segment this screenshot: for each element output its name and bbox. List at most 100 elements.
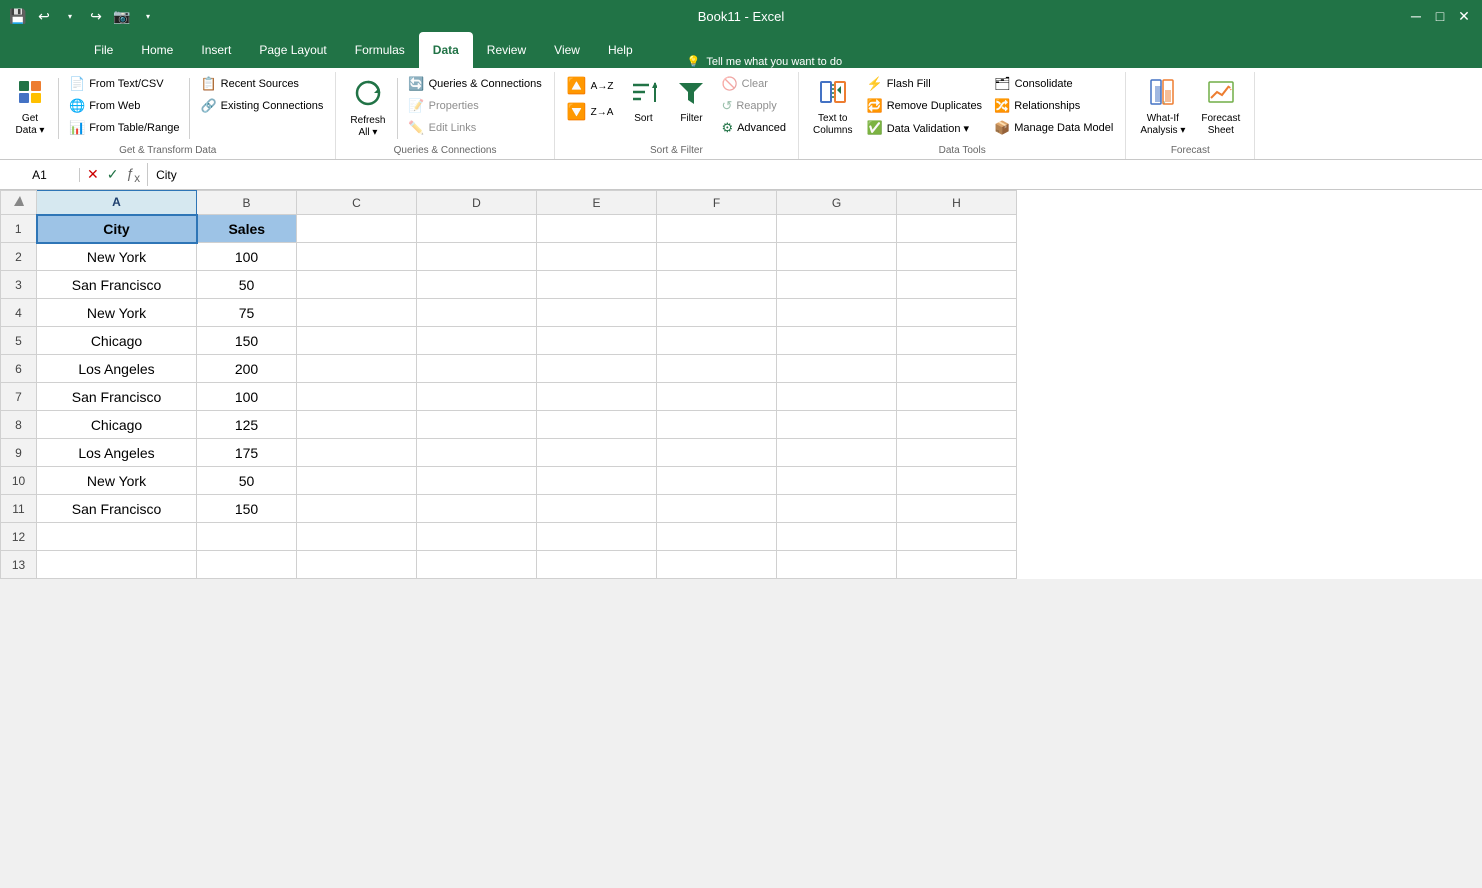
cell-G11[interactable] — [777, 495, 897, 523]
cell-A6[interactable]: Los Angeles — [37, 355, 197, 383]
cell-B11[interactable]: 150 — [197, 495, 297, 523]
cell-E7[interactable] — [537, 383, 657, 411]
cell-H4[interactable] — [897, 299, 1017, 327]
cell-F6[interactable] — [657, 355, 777, 383]
cell-D6[interactable] — [417, 355, 537, 383]
cell-G1[interactable] — [777, 215, 897, 243]
cell-A8[interactable]: Chicago — [37, 411, 197, 439]
cell-E1[interactable] — [537, 215, 657, 243]
cell-F9[interactable] — [657, 439, 777, 467]
get-data-button[interactable]: GetData ▾ — [8, 74, 52, 141]
cell-H9[interactable] — [897, 439, 1017, 467]
cell-H13[interactable] — [897, 551, 1017, 579]
cell-B2[interactable]: 100 — [197, 243, 297, 271]
col-header-e[interactable]: E — [537, 191, 657, 215]
cell-H11[interactable] — [897, 495, 1017, 523]
col-header-g[interactable]: G — [777, 191, 897, 215]
cell-C4[interactable] — [297, 299, 417, 327]
cancel-formula-icon[interactable]: ✕ — [84, 164, 102, 185]
cell-B5[interactable]: 150 — [197, 327, 297, 355]
row-header-10[interactable]: 10 — [1, 467, 37, 495]
tab-home[interactable]: Home — [127, 32, 187, 68]
cell-H10[interactable] — [897, 467, 1017, 495]
from-text-csv-button[interactable]: 📄 From Text/CSV — [65, 74, 183, 94]
tab-view[interactable]: View — [540, 32, 594, 68]
close-button[interactable]: ✕ — [1454, 6, 1474, 26]
row-header-8[interactable]: 8 — [1, 411, 37, 439]
row-header-2[interactable]: 2 — [1, 243, 37, 271]
cell-B3[interactable]: 50 — [197, 271, 297, 299]
row-header-7[interactable]: 7 — [1, 383, 37, 411]
cell-F8[interactable] — [657, 411, 777, 439]
recent-sources-button[interactable]: 📋 Recent Sources — [196, 74, 327, 94]
cell-D3[interactable] — [417, 271, 537, 299]
cell-E13[interactable] — [537, 551, 657, 579]
cell-G2[interactable] — [777, 243, 897, 271]
screenshot-icon[interactable]: 📷 — [112, 6, 132, 26]
cell-G6[interactable] — [777, 355, 897, 383]
filter-button[interactable]: Filter — [669, 74, 713, 129]
cell-C3[interactable] — [297, 271, 417, 299]
cell-B1[interactable]: Sales — [197, 215, 297, 243]
cell-A5[interactable]: Chicago — [37, 327, 197, 355]
col-header-a[interactable]: A — [37, 191, 197, 215]
cell-E11[interactable] — [537, 495, 657, 523]
cell-E6[interactable] — [537, 355, 657, 383]
tab-page-layout[interactable]: Page Layout — [245, 32, 340, 68]
cell-H12[interactable] — [897, 523, 1017, 551]
remove-duplicates-button[interactable]: 🔁 Remove Duplicates — [863, 96, 987, 116]
tab-help[interactable]: Help — [594, 32, 647, 68]
cell-A1[interactable]: City — [37, 215, 197, 243]
minimize-button[interactable]: ─ — [1406, 6, 1426, 26]
cell-G10[interactable] — [777, 467, 897, 495]
row-header-6[interactable]: 6 — [1, 355, 37, 383]
cell-E5[interactable] — [537, 327, 657, 355]
cell-C1[interactable] — [297, 215, 417, 243]
col-header-f[interactable]: F — [657, 191, 777, 215]
row-header-4[interactable]: 4 — [1, 299, 37, 327]
cell-B9[interactable]: 175 — [197, 439, 297, 467]
cell-E10[interactable] — [537, 467, 657, 495]
cell-H6[interactable] — [897, 355, 1017, 383]
restore-button[interactable]: □ — [1430, 6, 1450, 26]
cell-H1[interactable] — [897, 215, 1017, 243]
cell-C2[interactable] — [297, 243, 417, 271]
cell-F7[interactable] — [657, 383, 777, 411]
cell-A11[interactable]: San Francisco — [37, 495, 197, 523]
cell-F4[interactable] — [657, 299, 777, 327]
cell-F1[interactable] — [657, 215, 777, 243]
manage-data-model-button[interactable]: 📦 Manage Data Model — [990, 118, 1117, 138]
undo-dropdown-icon[interactable]: ▾ — [60, 6, 80, 26]
row-header-13[interactable]: 13 — [1, 551, 37, 579]
sort-button[interactable]: Sort — [621, 74, 665, 129]
cell-D2[interactable] — [417, 243, 537, 271]
cell-A10[interactable]: New York — [37, 467, 197, 495]
cell-C6[interactable] — [297, 355, 417, 383]
col-header-d[interactable]: D — [417, 191, 537, 215]
cell-F11[interactable] — [657, 495, 777, 523]
tab-formulas[interactable]: Formulas — [341, 32, 419, 68]
row-header-12[interactable]: 12 — [1, 523, 37, 551]
cell-D13[interactable] — [417, 551, 537, 579]
cell-C10[interactable] — [297, 467, 417, 495]
flash-fill-button[interactable]: ⚡ Flash Fill — [863, 74, 987, 94]
cell-G8[interactable] — [777, 411, 897, 439]
cell-G4[interactable] — [777, 299, 897, 327]
tab-file[interactable]: File — [80, 32, 127, 68]
cell-A2[interactable]: New York — [37, 243, 197, 271]
cell-D4[interactable] — [417, 299, 537, 327]
cell-H5[interactable] — [897, 327, 1017, 355]
cell-C13[interactable] — [297, 551, 417, 579]
tab-review[interactable]: Review — [473, 32, 540, 68]
row-header-9[interactable]: 9 — [1, 439, 37, 467]
forecast-sheet-button[interactable]: ForecastSheet — [1195, 74, 1246, 141]
cell-D8[interactable] — [417, 411, 537, 439]
insert-function-icon[interactable]: ƒx — [123, 163, 143, 187]
cell-B12[interactable] — [197, 523, 297, 551]
sort-az-button[interactable]: 🔼 A→Z — [563, 74, 618, 98]
sort-za-button[interactable]: 🔽 Z→A — [563, 100, 618, 124]
cell-H3[interactable] — [897, 271, 1017, 299]
confirm-formula-icon[interactable]: ✓ — [104, 164, 122, 185]
cell-C11[interactable] — [297, 495, 417, 523]
row-header-11[interactable]: 11 — [1, 495, 37, 523]
